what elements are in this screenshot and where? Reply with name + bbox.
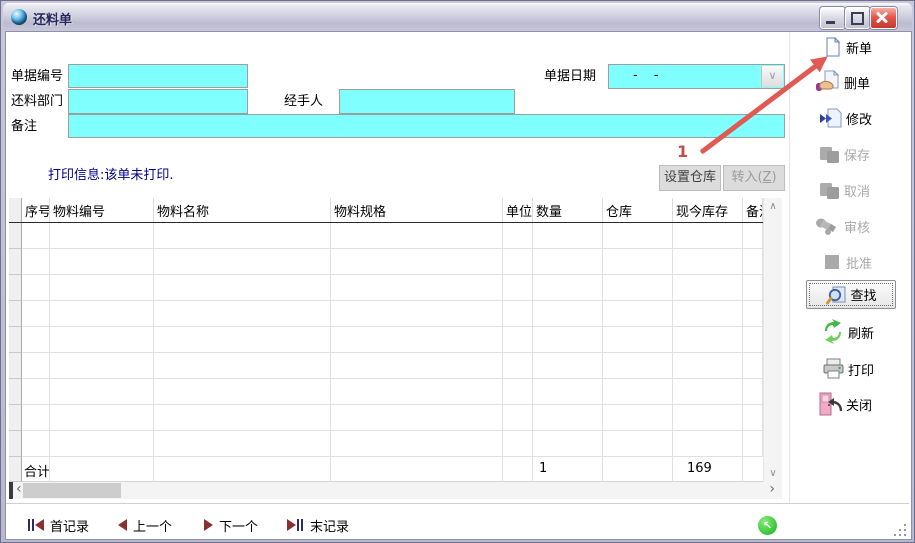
handler-input[interactable] — [339, 89, 515, 114]
doc-date-combo[interactable]: - - ∨ — [608, 64, 785, 89]
remark-label: 备注 — [11, 118, 37, 136]
scroll-left-icon[interactable]: ‹ — [16, 482, 22, 497]
close-button[interactable] — [870, 7, 897, 29]
dept-input[interactable] — [68, 89, 248, 114]
set-warehouse-button[interactable]: 设置仓库 — [659, 165, 721, 191]
row-indicator-header — [9, 198, 22, 222]
approve-icon — [823, 252, 843, 272]
table-row — [9, 353, 763, 379]
col-header-material-spec[interactable]: 物料规格 — [331, 198, 503, 222]
scroll-right-icon[interactable]: › — [769, 482, 775, 497]
sidebar-modify-button[interactable]: 修改 — [819, 105, 913, 131]
sync-status-icon: ↖ — [758, 516, 777, 535]
grid-total-row: 合计 1 169 — [9, 457, 763, 482]
col-header-remark[interactable]: 备注 — [743, 198, 763, 222]
doc-no-label: 单据编号 — [11, 68, 63, 86]
scroll-down-icon[interactable]: ∨ — [764, 465, 782, 482]
vertical-scrollbar[interactable]: ∧ ∨ — [763, 198, 782, 482]
close-door-icon — [818, 391, 843, 417]
statusbar-separator — [6, 503, 909, 507]
panel-separator — [789, 32, 790, 503]
maximize-icon — [851, 12, 864, 25]
maximize-button[interactable] — [845, 7, 870, 29]
nav-prev-record[interactable]: 上一个 — [118, 515, 172, 535]
last-record-icon — [287, 519, 304, 531]
col-header-current-stock[interactable]: 现今库存 — [673, 198, 743, 222]
nav-next-record[interactable]: 下一个 — [204, 515, 258, 535]
app-window: 还料单 单据编号 单据日期 - - ∨ 还料部门 经手人 备注 打印信息:该单未… — [0, 0, 915, 543]
scroll-size-box — [9, 482, 13, 499]
resize-grip[interactable] — [904, 534, 906, 536]
table-row — [9, 431, 763, 457]
table-row — [9, 327, 763, 353]
col-header-warehouse[interactable]: 仓库 — [603, 198, 673, 222]
print-icon — [822, 358, 845, 380]
nav-first-record[interactable]: 首记录 — [27, 515, 89, 535]
nav-last-record[interactable]: 末记录 — [287, 515, 349, 535]
sidebar-delete-button[interactable]: 删单 — [815, 69, 909, 95]
total-quantity: 1 — [533, 457, 603, 482]
sidebar-print-button[interactable]: 打印 — [822, 356, 915, 382]
col-header-material-name[interactable]: 物料名称 — [154, 198, 331, 222]
table-row — [9, 223, 763, 249]
transfer-button: 转入(Z) — [723, 165, 785, 191]
col-header-unit[interactable]: 单位 — [503, 198, 533, 222]
doc-date-value: - - — [633, 68, 665, 83]
new-doc-icon — [823, 37, 843, 57]
table-row — [9, 275, 763, 301]
globe-icon — [11, 9, 27, 25]
table-row — [9, 249, 763, 275]
total-current-stock: 169 — [673, 457, 743, 482]
scrollbar-thumb[interactable] — [23, 483, 121, 498]
window-title: 还料单 — [33, 9, 72, 28]
scroll-up-icon[interactable]: ∧ — [764, 198, 782, 215]
modify-icon — [819, 108, 843, 129]
col-header-seq[interactable]: 序号 — [22, 198, 50, 222]
minimize-button[interactable] — [820, 7, 845, 29]
grid-header-row: 序号 物料编号 物料名称 物料规格 单位 数量 仓库 现今库存 备注 — [9, 198, 763, 223]
doc-date-label: 单据日期 — [544, 68, 596, 86]
delete-doc-icon — [815, 70, 841, 94]
remark-input[interactable] — [68, 114, 785, 138]
col-header-material-no[interactable]: 物料编号 — [50, 198, 154, 222]
sidebar-close-button[interactable]: 关闭 — [818, 391, 912, 417]
titlebar[interactable]: 还料单 — [3, 3, 912, 30]
sidebar-refresh-button[interactable]: 刷新 — [821, 319, 915, 345]
next-record-icon — [204, 519, 213, 531]
table-row — [9, 301, 763, 327]
cancel-icon — [819, 180, 841, 201]
refresh-icon — [821, 319, 845, 345]
sidebar-approve-button: 批准 — [823, 249, 915, 275]
doc-no-input[interactable] — [68, 64, 248, 88]
table-row — [9, 379, 763, 405]
chevron-down-icon[interactable]: ∨ — [761, 66, 783, 87]
save-icon — [819, 144, 841, 165]
first-record-icon — [27, 519, 44, 531]
sidebar-audit-button: 审核 — [815, 213, 909, 239]
grid-body — [9, 223, 763, 457]
col-header-quantity[interactable]: 数量 — [533, 198, 603, 222]
horizontal-scrollbar[interactable]: ‹ › — [9, 482, 782, 499]
total-label: 合计 — [22, 457, 50, 482]
find-icon — [825, 284, 847, 306]
table-row — [9, 405, 763, 431]
minimize-icon — [826, 21, 835, 24]
prev-record-icon — [118, 519, 127, 531]
audit-icon — [815, 215, 841, 237]
print-info-text: 打印信息:该单未打印. — [48, 164, 174, 183]
sidebar-new-button[interactable]: 新单 — [823, 34, 915, 60]
sidebar-save-button: 保存 — [819, 141, 913, 167]
sidebar-cancel-button: 取消 — [819, 177, 913, 203]
dept-label: 还料部门 — [11, 93, 63, 111]
annotation-step-number: 1 — [677, 142, 688, 161]
sidebar-find-button[interactable]: 查找 — [806, 280, 896, 309]
handler-label: 经手人 — [284, 93, 323, 111]
